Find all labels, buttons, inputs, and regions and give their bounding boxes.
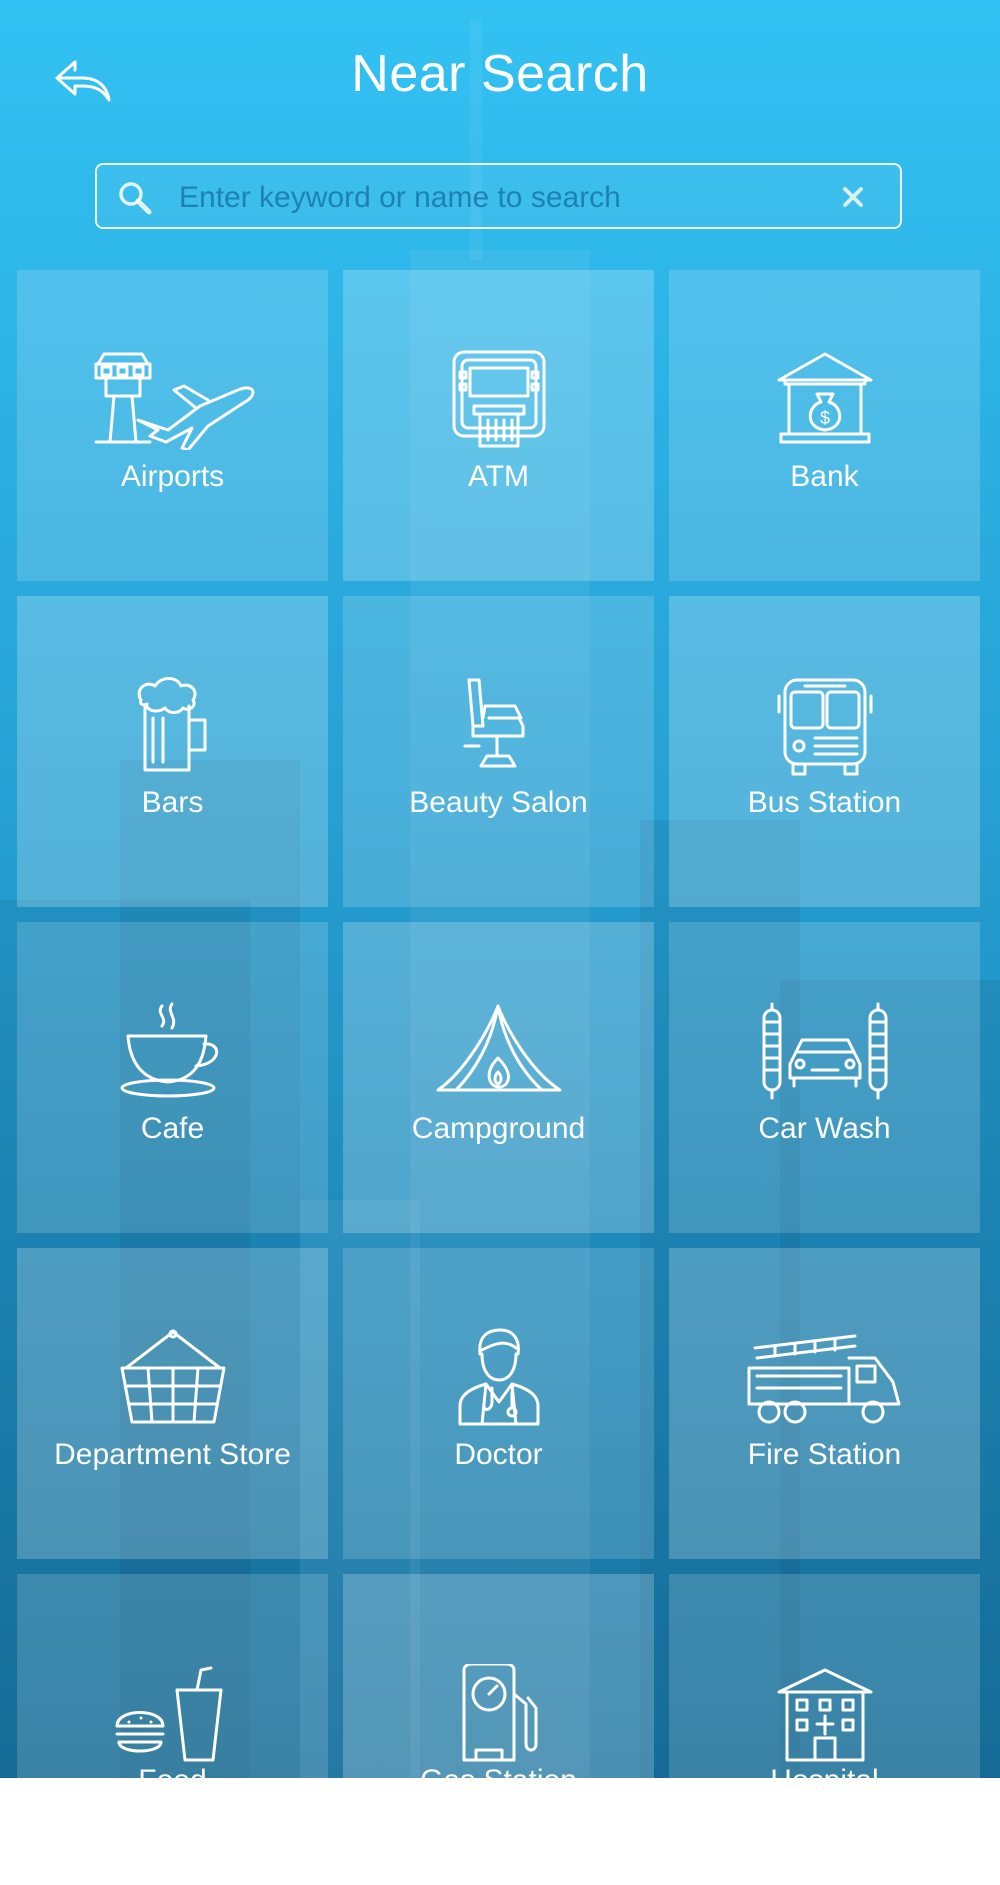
category-tile-airports[interactable]: Airports <box>17 270 328 581</box>
category-tile-beauty-salon[interactable]: Beauty Salon <box>343 596 654 907</box>
tent-icon <box>436 1004 561 1092</box>
category-label: Car Wash <box>758 1112 891 1145</box>
category-tile-cafe[interactable]: Cafe <box>17 922 328 1233</box>
category-label: Cafe <box>140 1112 205 1145</box>
category-tile-doctor[interactable]: Doctor <box>343 1248 654 1559</box>
category-label: Hospital <box>770 1764 879 1797</box>
category-label: Gas Station <box>420 1764 577 1797</box>
category-tile-campground[interactable]: Campground <box>343 922 654 1233</box>
close-x-icon <box>843 187 863 207</box>
category-label: Department Store <box>54 1438 291 1471</box>
airport-icon <box>94 352 254 450</box>
clear-search-button[interactable] <box>836 180 870 214</box>
doctor-icon <box>458 1328 539 1426</box>
page-title: Near Search <box>351 45 649 103</box>
category-label: Food <box>138 1764 207 1797</box>
category-label: Fire Station <box>747 1438 902 1471</box>
category-label: Bank <box>790 460 859 493</box>
magnifier-icon <box>119 182 152 215</box>
gas-pump-icon <box>462 1664 537 1762</box>
car-wash-icon <box>762 1002 887 1100</box>
category-tile-gas-station[interactable]: Gas Station <box>343 1574 654 1885</box>
beer-mug-icon <box>137 677 206 772</box>
bank-icon: $ <box>777 352 872 444</box>
category-label: Beauty Salon <box>409 786 588 819</box>
category-label: Campground <box>411 1112 586 1145</box>
category-label: Bus Station <box>747 786 902 819</box>
category-grid: Airports ATM $ Bank Bars Beauty Salon Bu… <box>17 270 981 1885</box>
search-input[interactable] <box>177 173 821 223</box>
category-tile-food[interactable]: Food <box>17 1574 328 1885</box>
top-bar: Near Search <box>0 0 1000 160</box>
category-tile-bars[interactable]: Bars <box>17 596 328 907</box>
fire-truck-icon <box>747 1334 900 1424</box>
bus-icon <box>777 678 872 776</box>
coffee-cup-icon <box>120 1002 218 1098</box>
category-tile-fire-station[interactable]: Fire Station <box>669 1248 980 1559</box>
category-tile-car-wash[interactable]: Car Wash <box>669 922 980 1233</box>
search-bar <box>95 163 902 229</box>
category-label: Bars <box>141 786 204 819</box>
category-label: Doctor <box>454 1438 543 1471</box>
burger-drink-icon <box>115 1666 222 1762</box>
category-label: ATM <box>467 460 530 493</box>
category-tile-bus-station[interactable]: Bus Station <box>669 596 980 907</box>
hospital-icon <box>777 1668 872 1762</box>
atm-icon <box>452 350 545 448</box>
category-tile-department-store[interactable]: Department Store <box>17 1248 328 1559</box>
category-tile-bank[interactable]: $ Bank <box>669 270 980 581</box>
salon-chair-icon <box>463 678 524 768</box>
svg-text:$: $ <box>819 408 829 428</box>
basket-icon <box>120 1329 225 1424</box>
category-label: Airports <box>120 460 225 493</box>
category-tile-atm[interactable]: ATM <box>343 270 654 581</box>
category-tile-hospital[interactable]: Hospital <box>669 1574 980 1885</box>
